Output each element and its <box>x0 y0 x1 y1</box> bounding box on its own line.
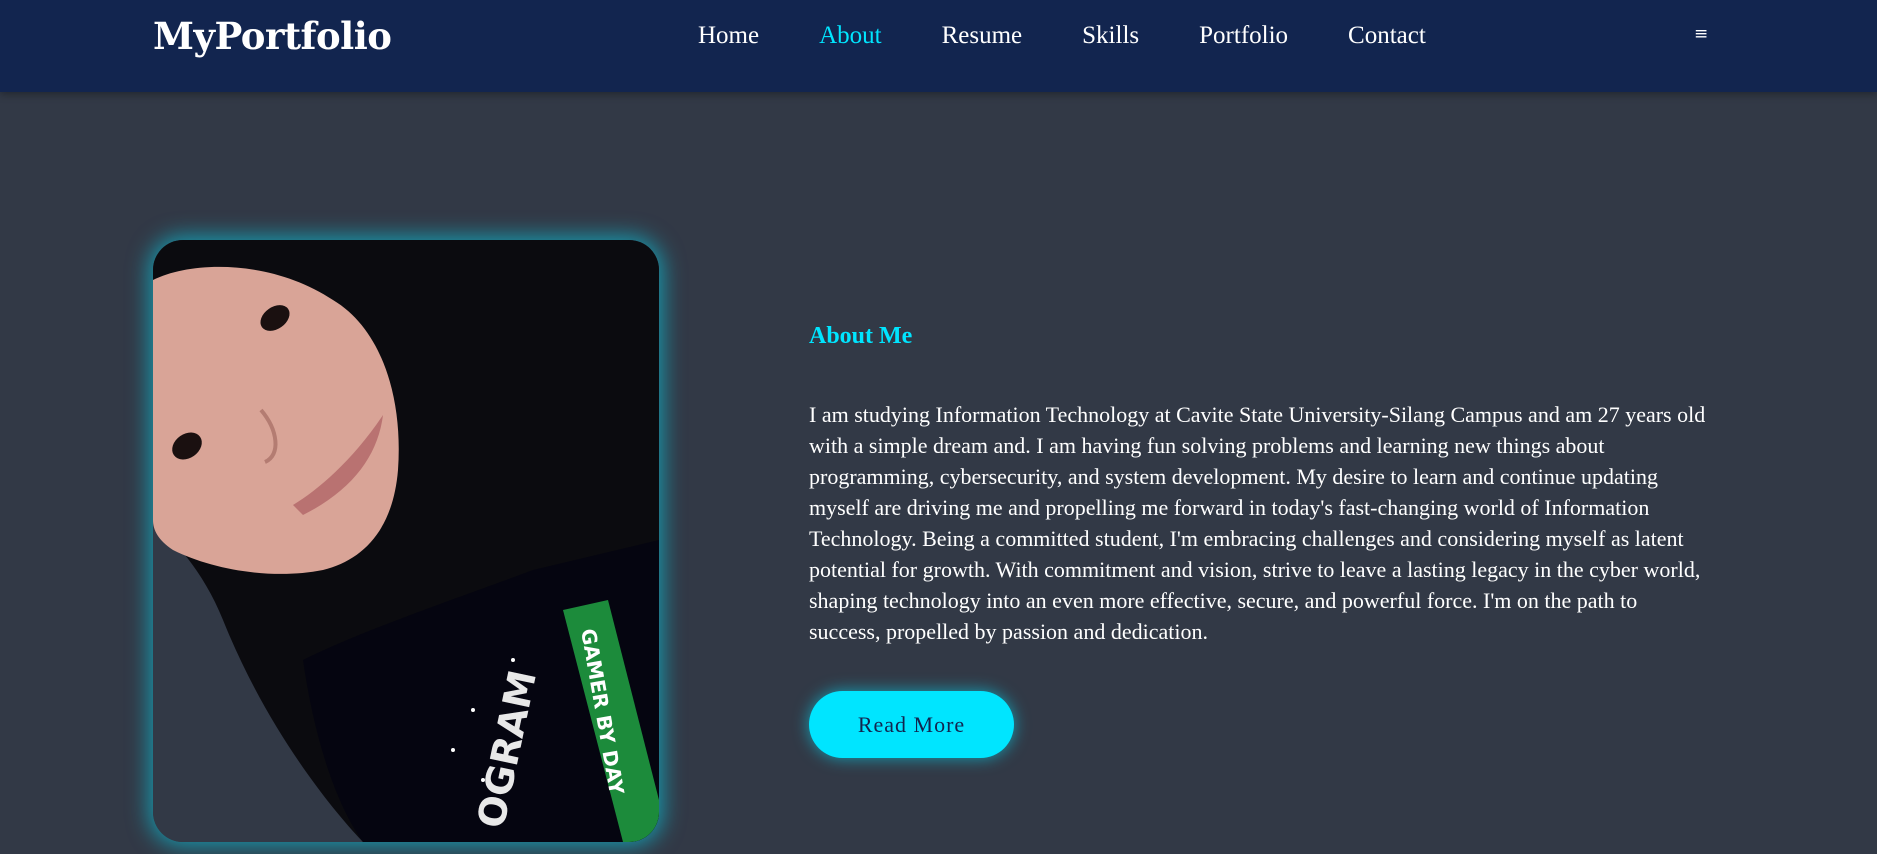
main-nav: Home About Resume Skills Portfolio Conta… <box>698 22 1486 50</box>
nav-resume[interactable]: Resume <box>942 22 1023 50</box>
nav-portfolio[interactable]: Portfolio <box>1199 22 1288 50</box>
hamburger-menu-icon[interactable]: ≡ <box>1694 24 1708 44</box>
top-navbar: MyPortfolio Home About Resume Skills Por… <box>0 0 1877 92</box>
nav-skills[interactable]: Skills <box>1082 22 1139 50</box>
read-more-button[interactable]: Read More <box>809 691 1014 758</box>
about-paragraph: I am studying Information Technology at … <box>809 402 1706 644</box>
nav-contact[interactable]: Contact <box>1348 22 1426 50</box>
about-heading: About Me <box>809 323 913 349</box>
nav-about[interactable]: About <box>819 22 882 50</box>
nav-home[interactable]: Home <box>698 22 759 50</box>
site-logo[interactable]: MyPortfolio <box>153 14 392 58</box>
profile-photo: GAMER BY DAY OGRAM <box>153 240 659 842</box>
profile-photo-illustration: GAMER BY DAY OGRAM <box>153 240 659 842</box>
